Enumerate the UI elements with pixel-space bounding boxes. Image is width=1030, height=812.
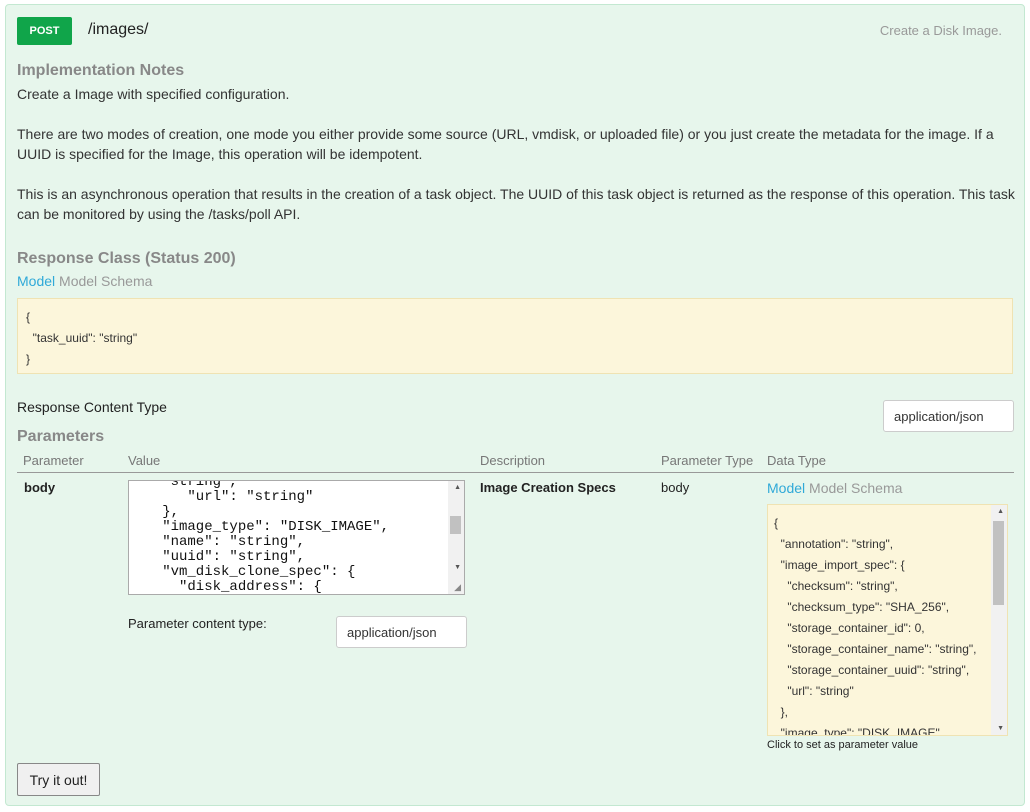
response-schema-box: { "task_uuid": "string" } [17, 298, 1013, 374]
schema-hint: Click to set as parameter value [767, 739, 919, 751]
tab-model[interactable]: Model [17, 273, 55, 289]
tab-model-schema[interactable]: Model Schema [809, 480, 902, 496]
scroll-down-icon[interactable]: ▼ [997, 725, 1004, 732]
tab-model[interactable]: Model [767, 480, 805, 496]
operation-panel: POST /images/ Create a Disk Image. Imple… [5, 4, 1025, 806]
param-description: Image Creation Specs [480, 480, 616, 495]
scroll-up-icon[interactable]: ▲ [454, 484, 461, 491]
body-value-text: string , "url": "string" }, "image_type"… [162, 480, 390, 595]
method-badge[interactable]: POST [17, 17, 72, 45]
response-content-type-value: application/json [894, 408, 984, 424]
col-parameter-type: Parameter Type [661, 453, 754, 468]
col-value: Value [128, 453, 161, 468]
datatype-schema-box[interactable]: { "annotation": "string", "image_import_… [767, 504, 1008, 736]
response-content-type-label: Response Content Type [17, 399, 167, 415]
datatype-schema-text: { "annotation": "string", "image_import_… [774, 516, 977, 736]
datatype-model-tabs: Model Model Schema [767, 480, 902, 496]
implementation-notes-title: Implementation Notes [17, 62, 185, 79]
textarea-scrollbar[interactable]: ▲ ▼ ◢ [448, 481, 464, 594]
col-description: Description [480, 453, 546, 468]
resize-handle-icon[interactable]: ◢ [454, 582, 461, 593]
param-content-type-select[interactable]: application/json [336, 616, 467, 648]
try-it-out-button[interactable]: Try it out! [17, 763, 100, 796]
parameters-title: Parameters [17, 428, 105, 445]
col-data-type: Data Type [767, 453, 827, 468]
param-type: body [661, 480, 690, 495]
notes-line-2: There are two modes of creation, one mod… [17, 126, 994, 162]
scroll-up-icon[interactable]: ▲ [997, 508, 1004, 515]
response-model-tabs: Model Model Schema [17, 273, 152, 289]
endpoint-path[interactable]: /images/ [88, 21, 148, 39]
scroll-thumb[interactable] [993, 521, 1004, 605]
response-schema-text: { "task_uuid": "string" } [26, 310, 138, 366]
schema-scrollbar[interactable]: ▲ ▼ [991, 505, 1007, 735]
scroll-thumb[interactable] [450, 516, 461, 534]
body-value-textarea[interactable]: string , "url": "string" }, "image_type"… [128, 480, 465, 595]
param-content-type-label: Parameter content type: [128, 616, 267, 631]
param-content-type-value: application/json [347, 624, 437, 640]
notes-line-3: This is an asynchronous operation that r… [17, 186, 1015, 222]
notes-line-1: Create a Image with specified configurat… [17, 86, 290, 102]
tab-model-schema[interactable]: Model Schema [59, 273, 152, 289]
operation-summary[interactable]: Create a Disk Image. [880, 23, 1002, 38]
col-parameter: Parameter [23, 453, 84, 468]
scroll-down-icon[interactable]: ▼ [454, 564, 461, 571]
response-class-title: Response Class (Status 200) [17, 250, 236, 267]
response-content-type-select[interactable]: application/json [883, 400, 1014, 432]
param-name: body [24, 480, 56, 495]
table-header-divider [17, 472, 1014, 473]
